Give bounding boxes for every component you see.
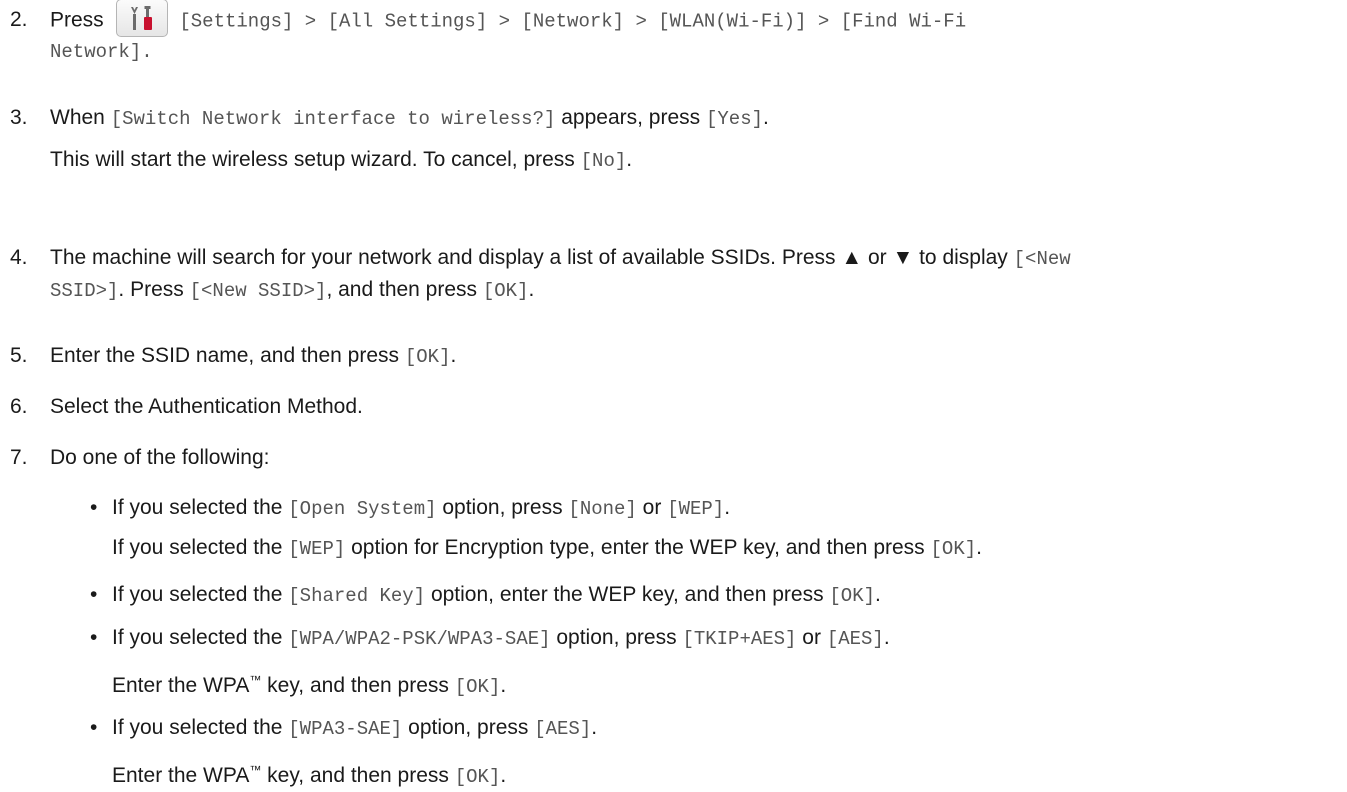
text: If you selected the <box>112 626 289 649</box>
bullet-marker: • <box>90 583 98 606</box>
text: option, press <box>436 496 569 519</box>
code-switch-network: [Switch Network interface to wireless?] <box>110 108 556 130</box>
step-3-note: This will start the wireless setup wizar… <box>50 145 632 176</box>
code-aes: [AES] <box>534 718 592 740</box>
text: option, press <box>402 716 535 739</box>
text: If you selected the <box>112 716 289 739</box>
text: Enter the WPA <box>112 764 250 787</box>
text: . <box>450 344 457 367</box>
text: option, enter the WEP key, and then pres… <box>425 583 830 606</box>
text: . <box>500 764 507 787</box>
text: key, and then press <box>261 674 455 697</box>
text: . <box>976 536 982 559</box>
code-ok: [OK] <box>829 585 876 607</box>
text: appears, press <box>555 106 706 129</box>
code-none: [None] <box>568 498 637 520</box>
settings-tools-icon <box>130 6 152 30</box>
step-7-line: Do one of the following: <box>50 446 270 469</box>
text: Enter the WPA <box>112 674 250 697</box>
text: The machine will search for your network… <box>50 246 1014 269</box>
text: or <box>636 496 668 519</box>
code-ok: [OK] <box>454 676 501 698</box>
trademark: ™ <box>249 673 262 687</box>
bullet-marker: • <box>90 626 98 649</box>
text: key, and then press <box>261 764 455 787</box>
step-number: 4. <box>10 246 28 269</box>
step-3-line-1: When [Switch Network interface to wirele… <box>50 103 769 134</box>
step-number: 3. <box>10 106 28 129</box>
code-new-ssid: [<New <box>1013 248 1071 270</box>
text: , and then press <box>326 278 483 301</box>
bullet-marker: • <box>90 496 98 519</box>
code-ok: [OK] <box>454 766 501 788</box>
text: . <box>500 674 507 697</box>
bullet-wpa-psk: If you selected the [WPA/WPA2-PSK/WPA3-S… <box>112 623 890 654</box>
text: option for Encryption type, enter the WE… <box>345 536 931 559</box>
step-4-line-2: SSID>]. Press [<New SSID>], and then pre… <box>50 275 534 306</box>
bullet-shared-key: If you selected the [Shared Key] option,… <box>112 580 881 611</box>
text: or <box>796 626 827 649</box>
text: . <box>875 583 881 606</box>
step-number: 2. <box>10 8 28 31</box>
code-ok: [OK] <box>404 346 451 368</box>
text: option, press <box>550 626 683 649</box>
step-2-line-1: Press [Settings] > [All Settings] > [Net… <box>50 0 967 37</box>
settings-path-continued: Network]. <box>50 41 153 63</box>
bullet-wpa3-sae-note: Enter the WPA™ key, and then press [OK]. <box>112 755 506 792</box>
step-6-line: Select the Authentication Method. <box>50 395 363 418</box>
text: . <box>591 716 598 739</box>
code-yes: [Yes] <box>705 108 763 130</box>
text: . <box>724 496 731 519</box>
code-wep: [WEP] <box>667 498 725 520</box>
step-number: 7. <box>10 446 28 469</box>
text: . <box>763 106 769 129</box>
text: . <box>883 626 890 649</box>
code-shared-key: [Shared Key] <box>288 585 426 607</box>
press-text: Press <box>50 8 104 32</box>
code-wpa3-sae: [WPA3-SAE] <box>288 718 403 740</box>
bullet-marker: • <box>90 716 98 739</box>
step-5-line: Enter the SSID name, and then press [OK]… <box>50 341 456 372</box>
text: Enter the SSID name, and then press <box>50 344 405 367</box>
code-ok: [OK] <box>482 280 529 302</box>
text: If you selected the <box>112 536 289 559</box>
bullet-open-system: If you selected the [Open System] option… <box>112 493 730 524</box>
bullet-wpa-psk-note: Enter the WPA™ key, and then press [OK]. <box>112 665 506 702</box>
settings-path: [Settings] > [All Settings] > [Network] … <box>179 10 967 33</box>
step-number: 5. <box>10 344 28 367</box>
step-number: 6. <box>10 395 28 418</box>
bullet-wpa3-sae: If you selected the [WPA3-SAE] option, p… <box>112 713 597 744</box>
code-ok: [OK] <box>930 538 977 560</box>
code-wpa-psk: [WPA/WPA2-PSK/WPA3-SAE] <box>288 628 551 650</box>
code-no: [No] <box>580 150 627 172</box>
trademark: ™ <box>249 763 262 777</box>
code-new-ssid-2: [<New SSID>] <box>189 280 327 302</box>
code-wep: [WEP] <box>288 538 346 560</box>
code-tkip-aes: [TKIP+AES] <box>682 628 797 650</box>
code-new-ssid-continued: SSID>] <box>50 280 119 302</box>
text: . Press <box>118 278 190 301</box>
step-4-line-1: The machine will search for your network… <box>50 243 1071 274</box>
text: If you selected the <box>112 583 289 606</box>
text: . <box>626 148 633 171</box>
code-aes: [AES] <box>826 628 884 650</box>
code-open-system: [Open System] <box>288 498 437 520</box>
text: If you selected the <box>112 496 289 519</box>
text: This will start the wireless setup wizar… <box>50 148 581 171</box>
text: . <box>528 278 535 301</box>
text: When <box>50 106 111 129</box>
settings-button[interactable] <box>115 0 168 37</box>
bullet-open-system-note: If you selected the [WEP] option for Enc… <box>112 533 982 564</box>
